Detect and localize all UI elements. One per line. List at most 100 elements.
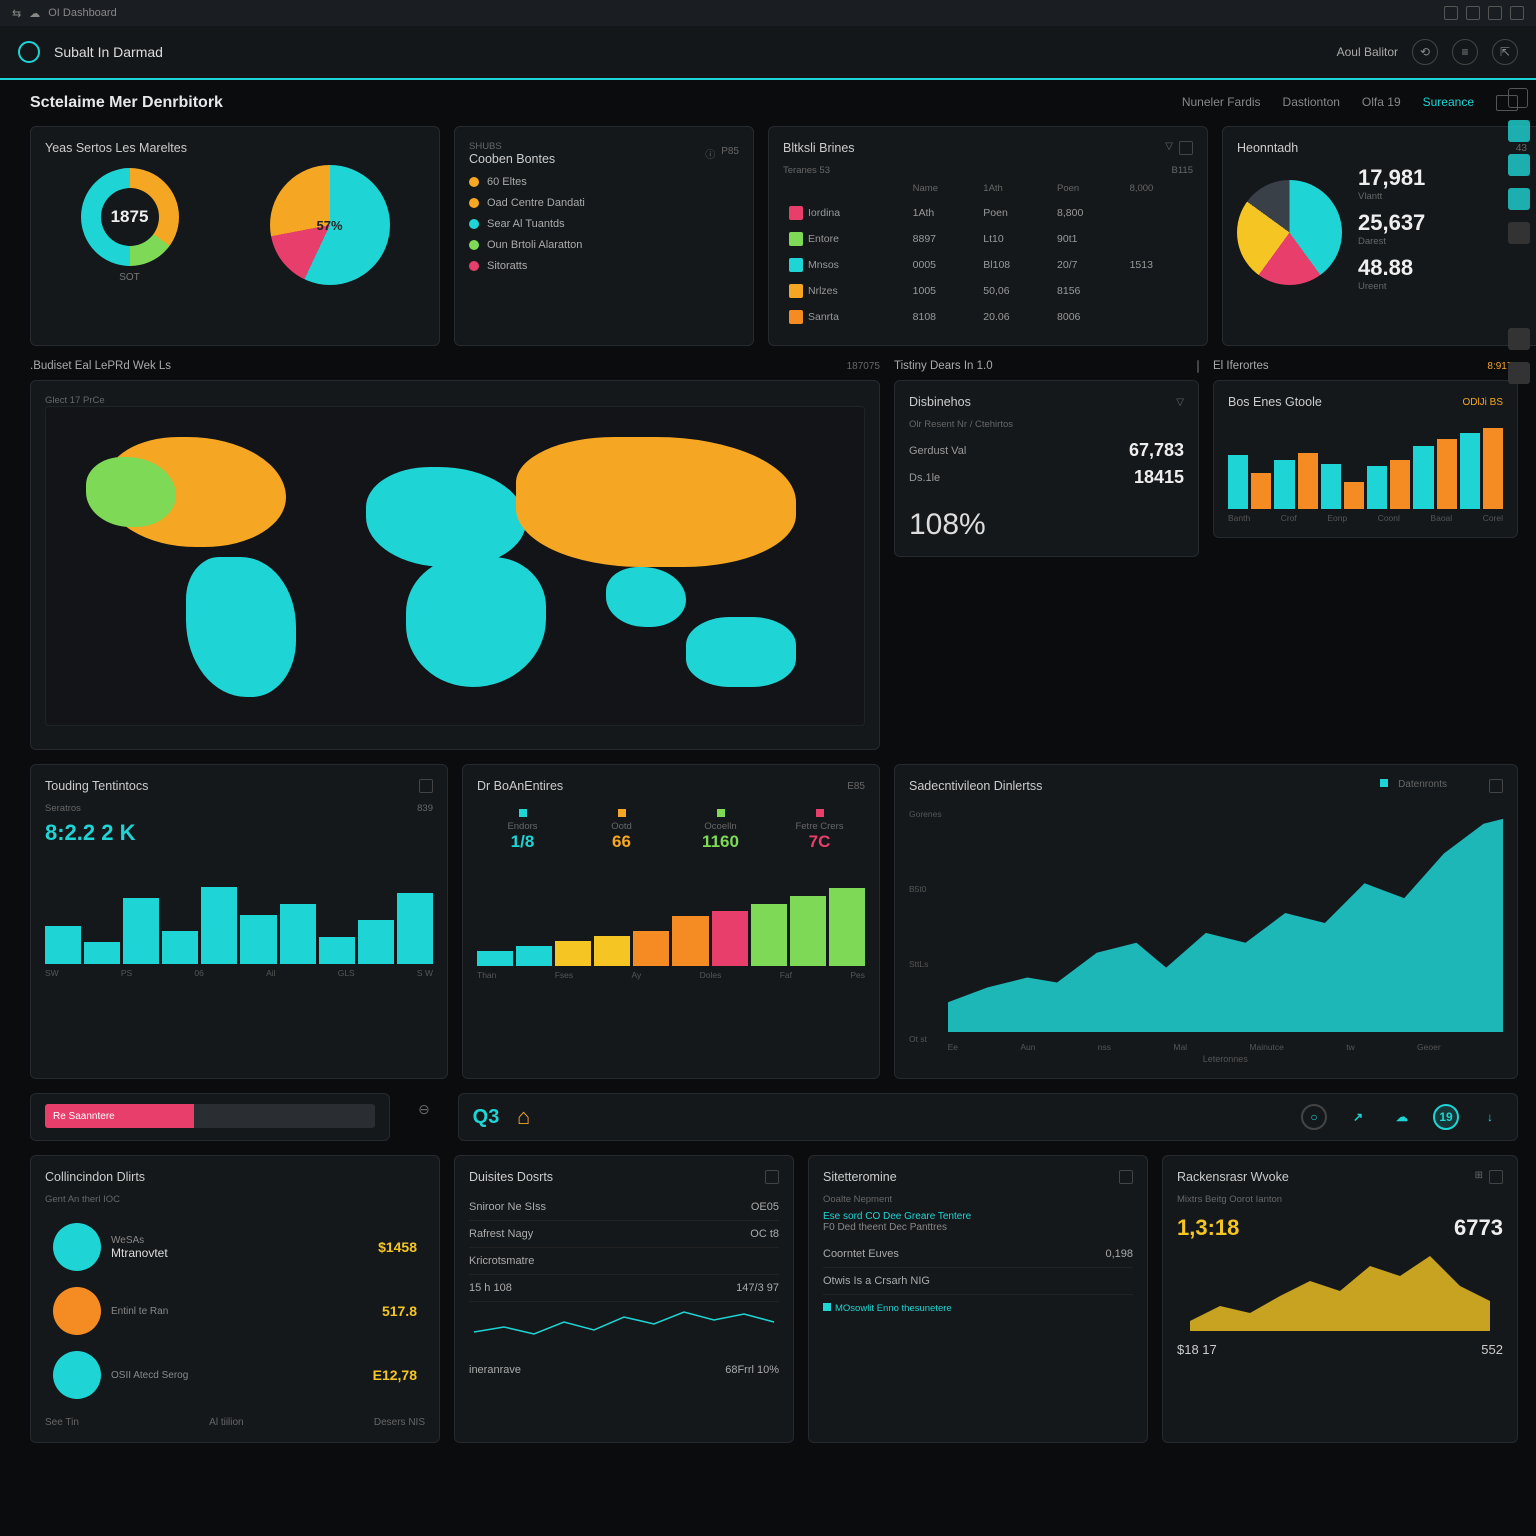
- filter-icon[interactable]: ▽: [1165, 141, 1173, 155]
- rail-search-icon[interactable]: [1508, 88, 1528, 108]
- expand-icon[interactable]: [1489, 779, 1503, 793]
- list-item[interactable]: Entinl te Ran517.8: [45, 1279, 425, 1343]
- tb-cloud-icon[interactable]: ☁: [1389, 1104, 1415, 1130]
- list-item[interactable]: WeSAsMtranovtet$1458: [45, 1215, 425, 1279]
- bar-chart: [45, 854, 433, 964]
- info-icon[interactable]: ⓘ: [705, 146, 715, 161]
- tab-item[interactable]: Sureance: [1423, 95, 1474, 111]
- legend-item[interactable]: 60 Eltes: [469, 176, 739, 188]
- stat-label: Ds.1le: [909, 472, 940, 484]
- expand-icon[interactable]: [1179, 141, 1193, 155]
- card-badge: P85: [721, 146, 739, 161]
- footer-link[interactable]: Desers NIS: [374, 1417, 425, 1428]
- big-number: 8:2.2 2 K: [45, 820, 433, 846]
- rail-icon[interactable]: [1508, 328, 1530, 350]
- tray-icon[interactable]: [1444, 6, 1458, 20]
- card-title: Rackensrasr Wvoke: [1177, 1170, 1289, 1184]
- export-icon[interactable]: ⇱: [1492, 39, 1518, 65]
- refresh-icon[interactable]: ⟲: [1412, 39, 1438, 65]
- rail-icon[interactable]: [1508, 188, 1530, 210]
- card-title: Sadecntivileon Dinlertss: [909, 779, 1042, 793]
- table-row[interactable]: Sanrta810820.068006: [785, 305, 1191, 329]
- pie-chart: [1237, 180, 1342, 285]
- expand-icon[interactable]: [765, 1170, 779, 1184]
- expand-icon[interactable]: [1489, 1170, 1503, 1184]
- card-title: Disbinehos: [909, 395, 971, 409]
- section-badge: 187075: [847, 361, 880, 372]
- footer-link[interactable]: Al tiilion: [209, 1417, 243, 1428]
- expand-icon[interactable]: [1119, 1170, 1133, 1184]
- kv-row: Rafrest NagyOC t8: [469, 1221, 779, 1248]
- rail-icon[interactable]: [1508, 120, 1530, 142]
- table-sub: Teranes 53: [783, 165, 830, 176]
- map-subtitle: Glect 17 PrCe: [45, 395, 865, 406]
- card-badge: ODlJi BS: [1462, 397, 1503, 408]
- app-header: Subalt In Darmad Aoul Balitor ⟲ ≡ ⇱: [0, 26, 1536, 80]
- kv-label: Otwis Is a Crsarh NIG: [823, 1275, 930, 1287]
- table-row[interactable]: Iordina1AthPoen8,800: [785, 201, 1191, 225]
- table-row[interactable]: Entore8897Lt1090t1: [785, 227, 1191, 251]
- header-user[interactable]: Aoul Balitor: [1337, 45, 1398, 59]
- data-table: Name1AthPoen8,000Iordina1AthPoen8,800Ent…: [783, 176, 1193, 331]
- footer-link[interactable]: See Tin: [45, 1417, 79, 1428]
- rail-icon[interactable]: [1508, 362, 1530, 384]
- card-pie-stats: Heonntadh43 17,981Vlantt25,637Darest48.8…: [1222, 126, 1536, 346]
- info-line: Ese sord CO Dee Greare Tentere: [823, 1211, 1133, 1222]
- card-sub: Seratros: [45, 803, 81, 814]
- home-icon[interactable]: ⌂: [517, 1104, 530, 1130]
- card-collection: Collincindon Dlirts Gent An therl IOC We…: [30, 1155, 440, 1443]
- stat-card: Fetre Crers7C: [774, 803, 865, 858]
- legend-item[interactable]: Sitoratts: [469, 260, 739, 272]
- legend-item[interactable]: Oad Centre Dandati: [469, 197, 739, 209]
- table-row[interactable]: Nrlzes100550,068156: [785, 279, 1191, 303]
- tray-icon[interactable]: [1466, 6, 1480, 20]
- cloud-icon: ☁: [29, 7, 40, 20]
- legend-item[interactable]: Sear Al Tuantds: [469, 218, 739, 230]
- tb-badge[interactable]: 19: [1433, 1104, 1459, 1130]
- card-badge: 839: [417, 803, 433, 814]
- card-title: Collincindon Dlirts: [45, 1170, 145, 1184]
- card-title: Sitetteromine: [823, 1170, 897, 1184]
- card-bord: Dr BoAnEntiresE85 Endors1/8Ootd66Ocoelln…: [462, 764, 880, 1079]
- back-icon[interactable]: ⇆: [12, 7, 21, 20]
- legend-item[interactable]: Oun Brtoli Alaratton: [469, 239, 739, 251]
- stat-value: 1,3:18: [1177, 1215, 1239, 1241]
- tb-arrow-icon[interactable]: ↗: [1345, 1104, 1371, 1130]
- card-title: Heonntadh: [1237, 141, 1298, 155]
- world-map[interactable]: [45, 406, 865, 726]
- card-title: Touding Tentintocs: [45, 779, 148, 793]
- tray-icon[interactable]: [1510, 6, 1524, 20]
- tray-icon[interactable]: [1488, 6, 1502, 20]
- right-rail: [1500, 80, 1536, 392]
- os-topbar: ⇆ ☁ OI Dashboard: [0, 0, 1536, 26]
- dropdown-icon[interactable]: ▽: [1176, 397, 1184, 408]
- rail-icon[interactable]: [1508, 222, 1530, 244]
- tb-circle-icon[interactable]: ○: [1301, 1104, 1327, 1130]
- stat-value: $18 17: [1177, 1342, 1217, 1357]
- tab-item[interactable]: Olfa 19: [1362, 95, 1401, 111]
- card-details: Duisites Dosrts Sniroor Ne SIssOE05Rafre…: [454, 1155, 794, 1443]
- options-icon[interactable]: [1197, 360, 1199, 373]
- card-eco-bars: Bos Enes GtooleODlJi BS BanthCrofEonpCoo…: [1213, 380, 1518, 538]
- page-title: Sctelaime Mer Denrbitork: [30, 94, 223, 112]
- tab-item[interactable]: Dastionton: [1283, 95, 1340, 111]
- logo-icon: [18, 41, 40, 63]
- grid-icon[interactable]: ⊞: [1475, 1170, 1483, 1184]
- progress-next-icon[interactable]: ⊖: [404, 1093, 444, 1141]
- card-title: Cooben Bontes: [469, 152, 555, 166]
- stat-card: Ootd66: [576, 803, 667, 858]
- table-row[interactable]: Mnsos0005Bl10820/71513: [785, 253, 1191, 277]
- card-distribution: Disbinehos▽ Olr Resent Nr / Ctehirtos Ge…: [894, 380, 1199, 557]
- expand-icon[interactable]: [419, 779, 433, 793]
- footer-value: 68Frrl 10%: [725, 1364, 779, 1376]
- tb-down-icon[interactable]: ↓: [1477, 1104, 1503, 1130]
- donut-chart-2: 57%: [270, 165, 390, 285]
- rail-icon[interactable]: [1508, 154, 1530, 176]
- legend-label: Datenronts: [1398, 779, 1447, 793]
- tab-item[interactable]: Nuneler Fardis: [1182, 95, 1261, 111]
- kv-value: 0,198: [1105, 1248, 1133, 1260]
- list-item[interactable]: OSII Atecd SerogE12,78: [45, 1343, 425, 1407]
- tb-q3[interactable]: Q3: [473, 1104, 499, 1130]
- card-recovery: Rackensrasr Wvoke⊞ Mixtrs Beitg Oorot Ia…: [1162, 1155, 1518, 1443]
- menu-icon[interactable]: ≡: [1452, 39, 1478, 65]
